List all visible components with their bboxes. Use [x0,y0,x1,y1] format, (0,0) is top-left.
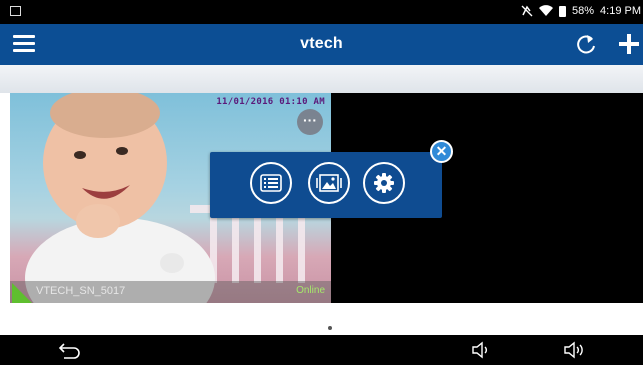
add-icon[interactable] [617,32,641,56]
gallery-icon [316,174,342,192]
volume-down-icon[interactable] [470,340,494,360]
wifi-icon [539,5,553,17]
settings-icon [374,173,394,193]
event-list-button[interactable] [250,162,292,204]
camera-action-popup [210,152,442,218]
header-band [0,65,643,93]
notification-icon [10,6,21,16]
mute-icon [521,5,533,17]
camera-footer: VTECH_SN_5017 Online [10,281,331,303]
signal-icon [12,283,32,303]
status-icons: 58% 4:19 PM [521,5,641,17]
more-options-button[interactable]: ··· [297,109,323,135]
camera-status: Online [296,285,325,296]
battery-icon [559,5,566,17]
app-bar: vtech [0,24,643,65]
volume-up-icon[interactable] [562,340,586,360]
page-indicator [328,326,332,330]
camera-name: VTECH_SN_5017 [36,285,126,297]
settings-button[interactable] [363,162,405,204]
navigation-bar [0,335,643,365]
close-popup-button[interactable]: ✕ [430,140,453,163]
refresh-icon[interactable] [574,32,598,56]
gallery-button[interactable] [308,162,350,204]
app-title: vtech [300,35,343,52]
camera-timestamp: 11/01/2016 01:10 AM [216,97,325,107]
clock: 4:19 PM [600,5,641,17]
back-icon[interactable] [58,340,82,360]
event-list-icon [260,174,282,192]
battery-level: 58% [572,5,595,17]
status-bar: 58% 4:19 PM [0,0,643,24]
